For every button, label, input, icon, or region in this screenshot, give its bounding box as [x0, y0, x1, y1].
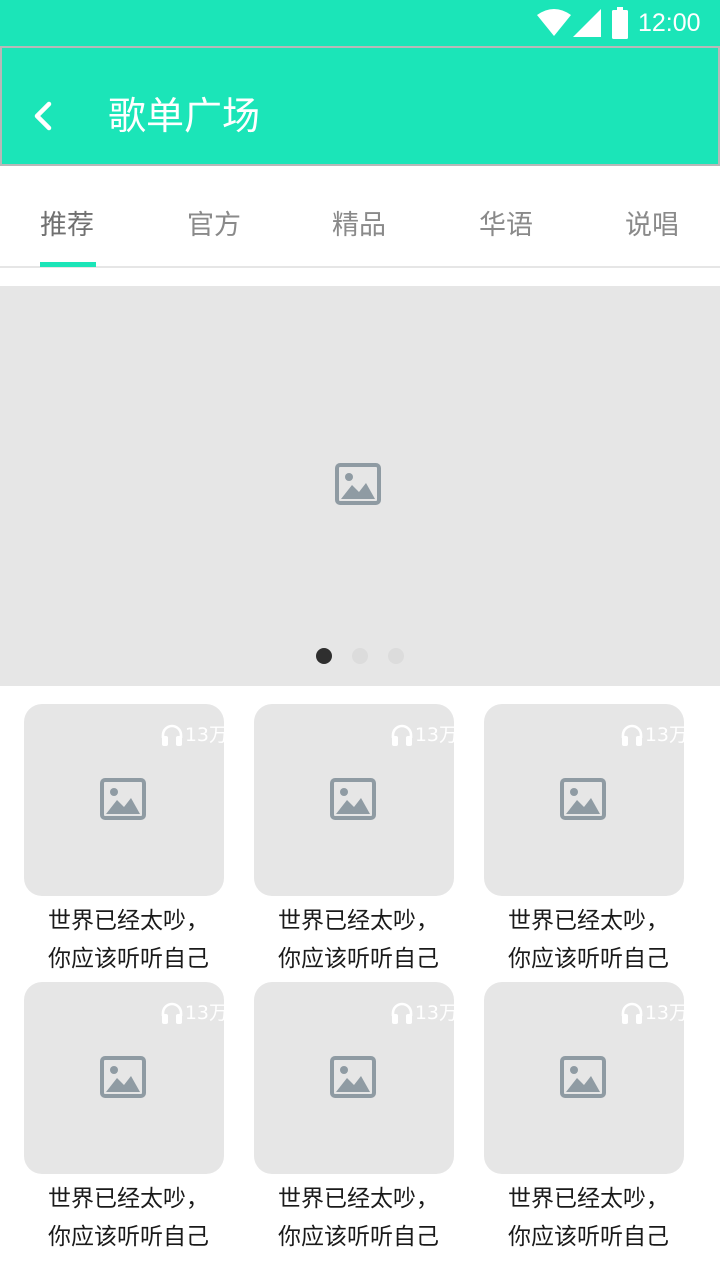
tab-rap[interactable]: 说唱 [625, 206, 679, 246]
playlist-cover: 13万 [24, 982, 224, 1174]
playlist-title: 世界已经太吵， 你应该听听自己 [254, 1180, 474, 1256]
carousel-dot[interactable] [316, 648, 332, 664]
carousel-dot[interactable] [388, 648, 404, 664]
tab-official[interactable]: 官方 [187, 206, 241, 246]
playlist-card[interactable]: 13万 世界已经太吵， 你应该听听自己 [24, 704, 224, 974]
wifi-icon [537, 9, 571, 36]
tab-recommend[interactable]: 推荐 [40, 206, 94, 246]
banner-carousel[interactable] [0, 286, 720, 686]
headphones-icon [621, 724, 643, 746]
playlist-title-line: 你应该听听自己 [48, 1224, 209, 1250]
tab-indicator [40, 262, 96, 267]
playlist-title: 世界已经太吵， 你应该听听自己 [24, 1180, 244, 1256]
playlist-card[interactable]: 13万 世界已经太吵， 你应该听听自己 [254, 704, 454, 974]
category-tabs: 推荐 官方 精品 华语 说唱 [0, 166, 720, 268]
headphones-icon [161, 1002, 183, 1024]
play-count-label: 13万 [184, 1002, 224, 1024]
battery-icon [612, 7, 628, 39]
image-placeholder-icon [100, 778, 146, 820]
page-title: 歌单广场 [108, 94, 261, 138]
play-count-label: 13万 [414, 724, 454, 746]
headphones-icon [161, 724, 183, 746]
playlist-title: 世界已经太吵， 你应该听听自己 [254, 902, 474, 978]
back-arrow-icon[interactable] [24, 96, 64, 136]
carousel-dot[interactable] [352, 648, 368, 664]
playlist-title-line: 你应该听听自己 [508, 946, 669, 972]
playlist-cover: 13万 [254, 982, 454, 1174]
playlist-title-line: 世界已经太吵， [278, 908, 439, 934]
cell-signal-icon [573, 9, 601, 37]
playlist-title-line: 世界已经太吵， [508, 1186, 669, 1212]
playlist-title: 世界已经太吵， 你应该听听自己 [484, 1180, 704, 1256]
playlist-title-line: 你应该听听自己 [508, 1224, 669, 1250]
playlist-cover: 13万 [254, 704, 454, 896]
app-bar: 歌单广场 [0, 46, 720, 166]
playlist-card[interactable]: 13万 世界已经太吵， 你应该听听自己 [254, 982, 454, 1252]
playlist-title: 世界已经太吵， 你应该听听自己 [484, 902, 704, 978]
play-count-label: 13万 [644, 1002, 684, 1024]
carousel-dots [0, 648, 720, 664]
image-placeholder-icon [100, 1056, 146, 1098]
headphones-icon [621, 1002, 643, 1024]
status-bar: 12:00 [0, 0, 720, 46]
status-time: 12:00 [638, 9, 701, 37]
playlist-cover: 13万 [24, 704, 224, 896]
play-count-label: 13万 [644, 724, 684, 746]
playlist-card[interactable]: 13万 世界已经太吵， 你应该听听自己 [484, 704, 684, 974]
image-placeholder-icon [560, 1056, 606, 1098]
play-count: 13万 [620, 1000, 684, 1026]
playlist-card[interactable]: 13万 世界已经太吵， 你应该听听自己 [24, 982, 224, 1252]
play-count: 13万 [620, 722, 684, 748]
image-placeholder-icon [330, 1056, 376, 1098]
playlist-title-line: 世界已经太吵， [48, 908, 209, 934]
image-placeholder-icon [335, 463, 381, 505]
playlist-title-line: 你应该听听自己 [48, 946, 209, 972]
playlist-title-line: 你应该听听自己 [278, 946, 439, 972]
play-count-label: 13万 [414, 1002, 454, 1024]
playlist-card[interactable]: 13万 世界已经太吵， 你应该听听自己 [484, 982, 684, 1252]
play-count: 13万 [160, 1000, 224, 1026]
play-count: 13万 [390, 1000, 454, 1026]
play-count-label: 13万 [184, 724, 224, 746]
playlist-title-line: 你应该听听自己 [278, 1224, 439, 1250]
playlist-title-line: 世界已经太吵， [278, 1186, 439, 1212]
playlist-title-line: 世界已经太吵， [508, 908, 669, 934]
play-count: 13万 [160, 722, 224, 748]
play-count: 13万 [390, 722, 454, 748]
playlist-title-line: 世界已经太吵， [48, 1186, 209, 1212]
playlist-title: 世界已经太吵， 你应该听听自己 [24, 902, 244, 978]
tab-chinese[interactable]: 华语 [479, 206, 533, 246]
playlist-cover: 13万 [484, 704, 684, 896]
headphones-icon [391, 724, 413, 746]
image-placeholder-icon [330, 778, 376, 820]
image-placeholder-icon [560, 778, 606, 820]
playlist-cover: 13万 [484, 982, 684, 1174]
headphones-icon [391, 1002, 413, 1024]
tab-boutique[interactable]: 精品 [332, 206, 386, 246]
